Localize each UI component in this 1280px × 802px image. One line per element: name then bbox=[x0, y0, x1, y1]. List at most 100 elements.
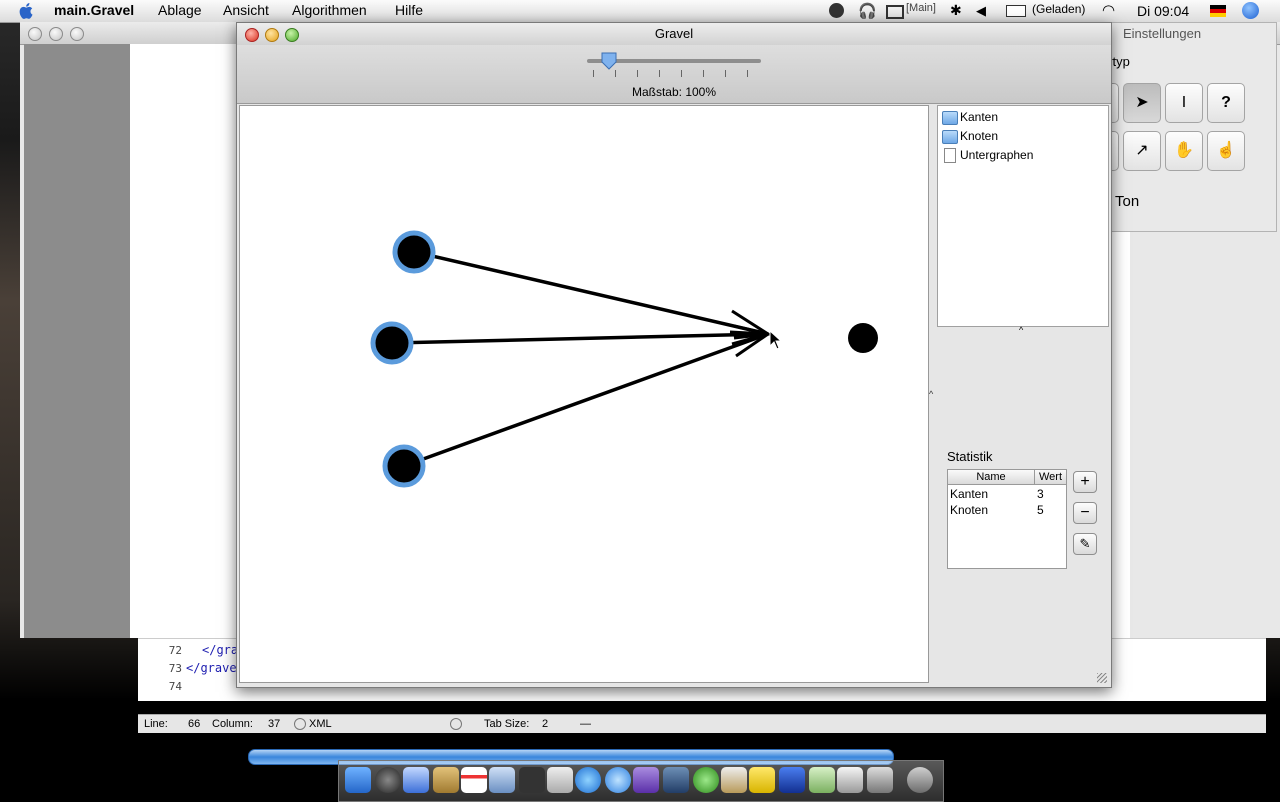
dashboard-icon[interactable] bbox=[375, 767, 401, 793]
safari-icon[interactable] bbox=[605, 767, 631, 793]
graph-node-selected bbox=[370, 321, 414, 365]
remove-button[interactable]: − bbox=[1073, 502, 1097, 524]
apple-menu-icon[interactable] bbox=[18, 2, 36, 20]
dock bbox=[338, 760, 944, 802]
table-cell: Kanten bbox=[950, 487, 989, 501]
statistics-table[interactable]: Name Wert Kanten 3 Knoten 5 bbox=[947, 469, 1067, 569]
battery-status[interactable]: (Geladen) bbox=[1032, 2, 1085, 16]
pointer-tool-button[interactable]: ☝ bbox=[1207, 131, 1245, 171]
resize-grip-icon[interactable] bbox=[1097, 673, 1107, 683]
add-button[interactable]: + bbox=[1073, 471, 1097, 493]
wifi-icon[interactable]: ◠ bbox=[1102, 1, 1115, 19]
slider-tick bbox=[637, 70, 638, 77]
tree-item-kanten[interactable]: Kanten bbox=[960, 110, 998, 124]
app-icon[interactable] bbox=[693, 767, 719, 793]
app-icon[interactable] bbox=[837, 767, 863, 793]
zoom-button[interactable] bbox=[285, 28, 299, 42]
app-icon[interactable] bbox=[721, 767, 747, 793]
graph-node bbox=[848, 323, 878, 353]
editor-sidebar bbox=[24, 44, 130, 638]
tree-item-untergraphen[interactable]: Untergraphen bbox=[960, 148, 1033, 162]
tab-size-select[interactable]: 2 bbox=[542, 718, 548, 730]
mail-icon[interactable] bbox=[403, 767, 429, 793]
menu-hilfe[interactable]: Hilfe bbox=[395, 2, 423, 18]
object-tree[interactable]: Kanten Knoten Untergraphen bbox=[937, 105, 1109, 327]
volume-icon[interactable]: ◀ bbox=[976, 3, 986, 19]
app-icon[interactable] bbox=[809, 767, 835, 793]
scroll-right-arrow[interactable]: ▶ bbox=[914, 748, 921, 759]
line-number: 74 bbox=[168, 680, 182, 693]
select-tool-button[interactable]: ➤ bbox=[1123, 83, 1161, 123]
ton-label: Ton bbox=[1115, 193, 1140, 210]
table-cell: 3 bbox=[1037, 487, 1044, 501]
address-book-icon[interactable] bbox=[433, 767, 459, 793]
menu-ablage[interactable]: Ablage bbox=[158, 2, 202, 18]
spotlight-icon[interactable] bbox=[1242, 2, 1259, 19]
line-number: 73 bbox=[168, 662, 182, 675]
graph-drawing[interactable] bbox=[240, 106, 928, 682]
arrow-head bbox=[729, 309, 774, 358]
slider-tick bbox=[681, 70, 682, 77]
battery-icon[interactable] bbox=[1006, 5, 1026, 17]
graph-canvas[interactable]: ◀ ▶ bbox=[239, 105, 929, 765]
imovie-icon[interactable] bbox=[633, 767, 659, 793]
table-cell: 5 bbox=[1037, 503, 1044, 517]
code-line: </grave bbox=[186, 661, 237, 675]
menu-ansicht[interactable]: Ansicht bbox=[223, 2, 269, 18]
gear-icon[interactable] bbox=[450, 718, 462, 730]
tab-size-label: Tab Size: bbox=[484, 718, 530, 730]
splitter-icon[interactable]: ^ bbox=[1019, 325, 1023, 335]
app-icon[interactable] bbox=[779, 767, 805, 793]
terminal-icon[interactable] bbox=[519, 767, 545, 793]
itunes-icon[interactable] bbox=[575, 767, 601, 793]
editor-close-button[interactable] bbox=[28, 27, 42, 41]
keyboard-flag-icon[interactable] bbox=[1210, 5, 1226, 17]
editor-zoom-button[interactable] bbox=[70, 27, 84, 41]
edge-tool-button[interactable]: ↗ bbox=[1123, 131, 1161, 171]
spaces-icon[interactable] bbox=[886, 5, 904, 19]
function-popup[interactable]: — bbox=[580, 718, 591, 730]
headphones-icon[interactable]: 🎧 bbox=[858, 2, 877, 20]
text-tool-button[interactable]: I bbox=[1165, 83, 1203, 123]
preview-icon[interactable] bbox=[489, 767, 515, 793]
system-icon[interactable] bbox=[547, 767, 573, 793]
column-header-name[interactable]: Name bbox=[948, 470, 1035, 485]
slider-tick bbox=[593, 70, 594, 77]
editor-minimize-button[interactable] bbox=[49, 27, 63, 41]
line-value: 66 bbox=[188, 718, 201, 730]
slider-tick bbox=[725, 70, 726, 77]
folder-icon bbox=[942, 130, 958, 144]
menu-algorithmen[interactable]: Algorithmen bbox=[292, 2, 367, 18]
edge bbox=[391, 250, 769, 468]
slider-tick bbox=[703, 70, 704, 77]
sync-icon[interactable] bbox=[829, 3, 844, 18]
slider-thumb[interactable] bbox=[601, 52, 617, 70]
column-header-wert[interactable]: Wert bbox=[1035, 470, 1066, 485]
inspector-panel: Einstellungen ertyp ← ➤ I ? ← ↗ ✋ ☝ Ton bbox=[1081, 22, 1277, 232]
trash-icon[interactable] bbox=[907, 767, 933, 793]
app-icon[interactable] bbox=[867, 767, 893, 793]
inspector-title: Einstellungen bbox=[1123, 26, 1202, 41]
tree-item-knoten[interactable]: Knoten bbox=[960, 129, 998, 143]
ical-icon[interactable] bbox=[461, 767, 487, 793]
app-menu[interactable]: main.Gravel bbox=[54, 2, 134, 18]
syntax-select[interactable]: XML bbox=[309, 718, 332, 730]
minimize-button[interactable] bbox=[265, 28, 279, 42]
column-value: 37 bbox=[268, 718, 281, 730]
bluetooth-icon[interactable]: ✱ bbox=[950, 2, 962, 19]
slider-tick bbox=[747, 70, 748, 77]
edit-pencil-icon[interactable]: ✎ bbox=[1073, 533, 1097, 555]
clock[interactable]: Di 09:04 bbox=[1137, 3, 1189, 19]
scale-label: Maßstab: 100% bbox=[631, 85, 717, 99]
graph-node-selected bbox=[392, 230, 436, 274]
scroll-left-arrow[interactable]: ◀ bbox=[898, 748, 905, 759]
editor-statusbar: Line: 66 Column: 37 XML Tab Size: 2 — bbox=[138, 714, 1266, 733]
close-button[interactable] bbox=[245, 28, 259, 42]
help-tool-button[interactable]: ? bbox=[1207, 83, 1245, 123]
hand-tool-button[interactable]: ✋ bbox=[1165, 131, 1203, 171]
parallels-icon[interactable] bbox=[663, 767, 689, 793]
finder-icon[interactable] bbox=[345, 767, 371, 793]
split-handle-icon[interactable]: ^ bbox=[929, 389, 933, 399]
spaces-label[interactable]: [Main] bbox=[906, 2, 936, 14]
stickies-icon[interactable] bbox=[749, 767, 775, 793]
